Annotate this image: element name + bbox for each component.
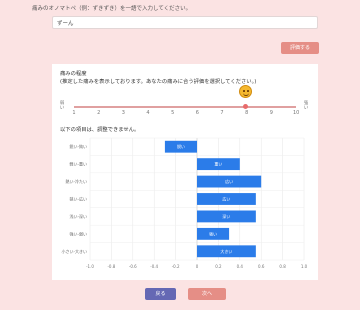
onomatopoeia-input[interactable] — [52, 16, 318, 29]
pain-quality-chart: -1.0 -0.8 -0.6 -0.4 -0.2 0 0.2 0.4 0.6 0.8 1.0 鋭い-鈍… — [62, 137, 308, 269]
category-label: 小さい-大きい — [62, 248, 87, 254]
x-tick-label: 0.4 — [237, 264, 244, 269]
category-label: 浅い-深い — [70, 213, 87, 219]
bar-label: 強い — [209, 230, 217, 236]
category-label: 鋭い-鈍い — [70, 143, 87, 149]
bar-label: 大きい — [220, 248, 232, 254]
x-tick-label: 0.6 — [258, 264, 265, 269]
pain-slider-handle[interactable] — [243, 104, 248, 109]
card-subtitle: (推定した痛みを表示しております。あなたの痛みに合う評価を選択してください。) — [60, 79, 257, 85]
slider-tick-9: 9 — [269, 110, 273, 116]
x-tick-label: -0.2 — [172, 264, 180, 269]
slider-tick-4: 4 — [146, 110, 150, 116]
evaluate-button[interactable]: 評価する — [281, 42, 319, 54]
x-tick-label: 0.2 — [215, 264, 222, 269]
slider-tick-2: 2 — [97, 110, 101, 116]
bar-label: 深い — [222, 213, 230, 219]
bar-label: 広い — [225, 178, 233, 184]
question-prompt: 痛みのオノマトペ（例：ずきずき）を一語で入力してください。 — [32, 6, 192, 12]
slider-tick-1: 1 — [72, 110, 76, 116]
x-tick-label: 0.8 — [279, 264, 286, 269]
pain-face-icon — [239, 85, 252, 98]
category-label: 強い-弱い — [70, 230, 87, 236]
x-tick-label: 0 — [196, 264, 199, 269]
result-note: 以下の項目は、調整できません。 — [60, 127, 140, 133]
slider-tick-8: 8 — [245, 110, 249, 116]
bar-label: 鋭い — [177, 143, 185, 149]
next-button[interactable]: 次へ — [188, 288, 226, 300]
category-label: 軽い-重い — [70, 161, 87, 167]
back-button[interactable]: 戻る — [145, 288, 176, 300]
card-title: 痛みの程度 — [60, 71, 87, 77]
bar-label: 広い — [222, 196, 230, 202]
pain-evaluation-card: 痛みの程度 (推定した痛みを表示しております。あなたの痛みに合う評価を選択してく… — [52, 64, 318, 280]
x-tick-label: 1.0 — [301, 264, 308, 269]
slider-tick-10: 10 — [293, 110, 300, 116]
x-tick-label: -0.4 — [150, 264, 158, 269]
category-label: 狭い-広い — [70, 196, 87, 202]
scale-label-weak: 弱い — [59, 101, 65, 111]
scale-label-strong: 強い — [303, 101, 309, 111]
slider-tick-3: 3 — [121, 110, 125, 116]
slider-tick-5: 5 — [171, 110, 175, 116]
pain-slider-track[interactable] — [74, 106, 296, 108]
slider-tick-7: 7 — [220, 110, 224, 116]
bar-label: 重い — [214, 161, 222, 167]
x-tick-label: -1.0 — [86, 264, 94, 269]
x-tick-label: -0.8 — [107, 264, 115, 269]
slider-tick-6: 6 — [195, 110, 199, 116]
x-tick-label: -0.6 — [129, 264, 137, 269]
category-label: 熱い-冷たい — [66, 178, 87, 184]
